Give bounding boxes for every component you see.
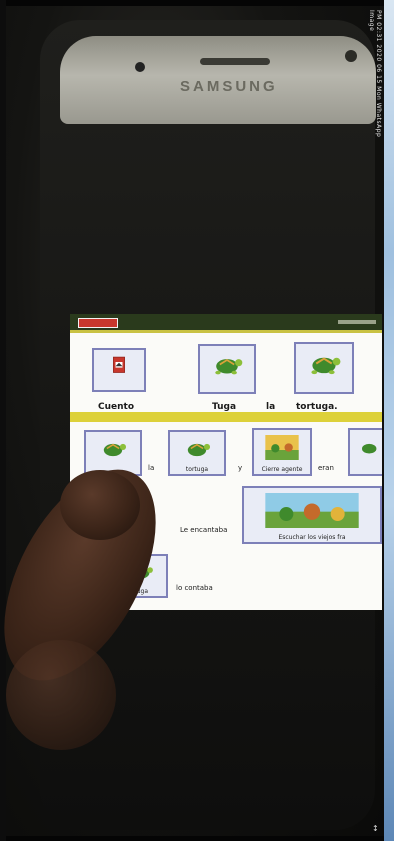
word-tortuga: tortuga. [296,402,338,412]
word-le-encantaba: Le encantaba [180,526,228,534]
turtle-icon [302,349,346,378]
app-logo-icon [78,318,118,328]
word-row2-y: y [238,464,243,472]
word-tuga: Tuga [212,402,237,412]
card-caption: tortuga [185,466,209,473]
turtle-icon [206,351,248,378]
card-caption: Cierre agente [261,466,303,473]
desktop-edge [384,0,394,841]
phone-brand: SAMSUNG [180,78,278,95]
card-caption: Escuchar los viejos fra [278,534,346,541]
word-cuento: Cuento [98,402,135,412]
card-row2-tortuga[interactable]: tortuga [168,430,226,476]
corner-mark: ↕ [372,824,379,833]
watermark-text: PM 02:31 2020 06 15 Mon WhatsApp Image [368,10,382,138]
turtle-icon [356,435,380,460]
turtle-icon [176,437,218,460]
speaker-grille [200,58,270,65]
card-tortuga[interactable] [294,342,354,394]
word-la: la [266,402,276,412]
turtle-icon [92,437,134,460]
camera-icon [135,62,145,72]
divider-band [70,412,382,422]
fingertip [60,470,140,540]
card-cuento[interactable] [92,348,146,392]
book-icon [100,355,138,376]
scene-icon [250,493,374,528]
left-edge [0,0,6,841]
card-escuchar[interactable]: Escuchar los viejos fra [242,486,382,544]
word-lo-contaba: lo contaba [176,584,213,592]
word-row2-la: la [148,464,155,472]
card-row2-partial[interactable] [348,428,382,476]
app-title-bar [70,314,382,330]
sensor-icon [345,50,357,62]
title-bar-stripe [70,330,382,333]
title-bar-control[interactable] [338,320,376,324]
knuckle [6,640,116,750]
card-tuga[interactable] [198,344,256,394]
card-row2-scene[interactable]: Cierre agente [252,428,312,476]
scene-icon [260,435,304,460]
word-row2-eran: eran [318,464,334,472]
